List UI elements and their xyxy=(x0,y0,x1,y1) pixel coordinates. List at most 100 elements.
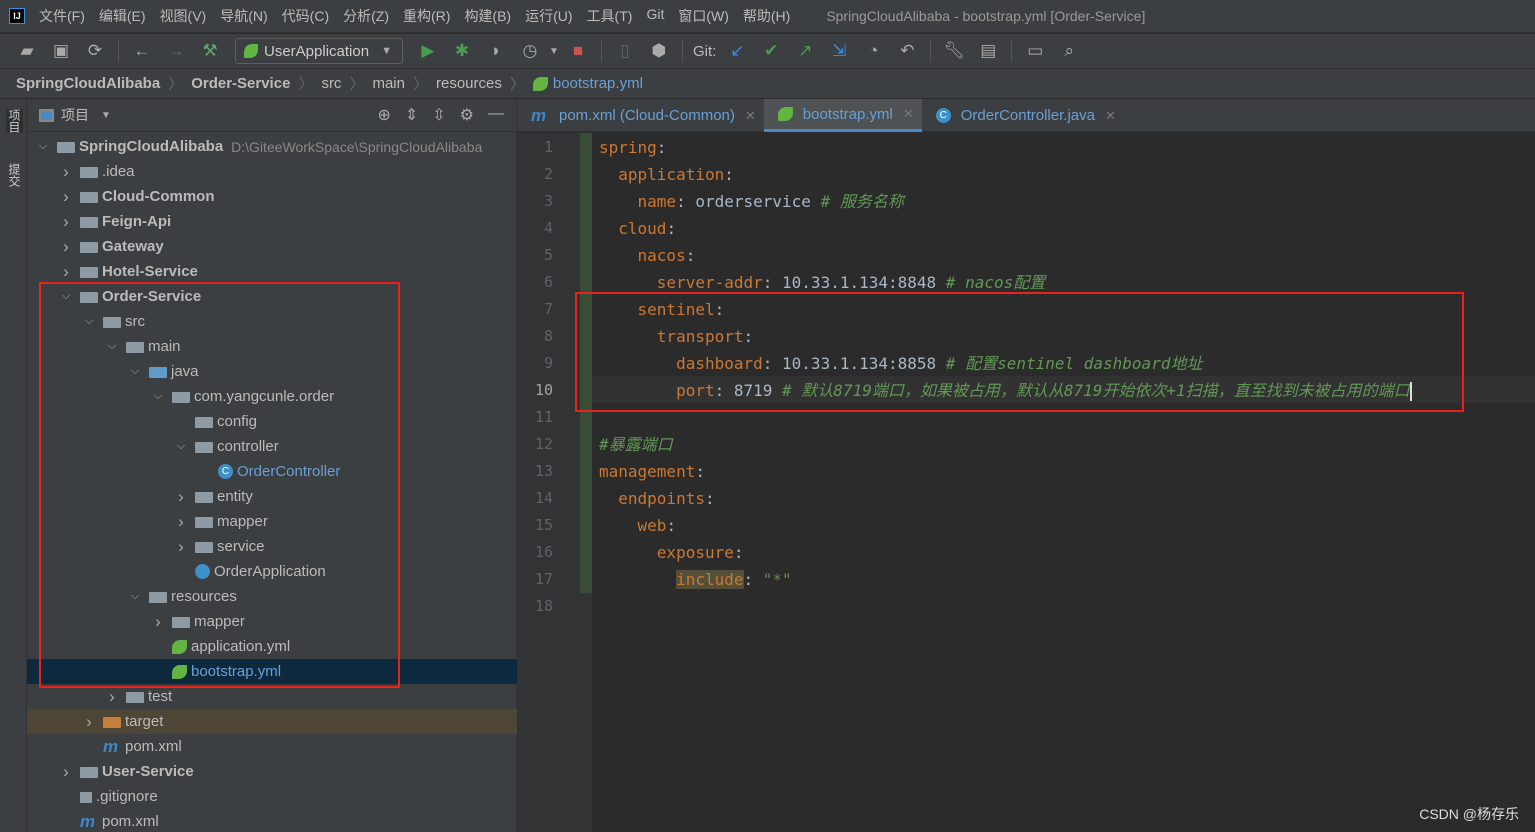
tree-item[interactable]: › Hotel-Service xyxy=(27,259,517,284)
tree-item[interactable]: m pom.xml xyxy=(27,734,517,759)
menu-item[interactable]: 运行(U) xyxy=(525,6,572,26)
menu-item[interactable]: 窗口(W) xyxy=(678,6,729,26)
tree-item[interactable]: › Gateway xyxy=(27,234,517,259)
code-token: server-addr xyxy=(656,273,763,292)
tree-item[interactable]: › .idea xyxy=(27,159,517,184)
menu-item[interactable]: 代码(C) xyxy=(282,6,329,26)
chevron-right-icon[interactable]: › xyxy=(58,212,74,232)
tree-item[interactable]: › User-Service xyxy=(27,759,517,784)
locate-icon[interactable]: ⊕ xyxy=(377,105,390,125)
search-icon[interactable]: ⌕ xyxy=(1052,41,1086,61)
menu-item[interactable]: 帮助(H) xyxy=(743,6,790,26)
menu-item[interactable]: Git xyxy=(646,6,664,26)
tree-item-label: Hotel-Service xyxy=(102,263,198,280)
menu-item[interactable]: 导航(N) xyxy=(220,6,267,26)
save-icon[interactable]: ▣ xyxy=(44,41,78,61)
menu-item[interactable]: 重构(R) xyxy=(403,6,450,26)
run-config-dropdown[interactable]: UserApplication ▼ xyxy=(235,38,403,64)
code-line[interactable]: exposure: xyxy=(599,539,744,566)
spring-icon xyxy=(244,44,258,58)
history-icon[interactable]: ◔ xyxy=(856,41,890,61)
chevron-down-icon[interactable]: ▼ xyxy=(101,110,111,121)
update-project-icon[interactable]: ⬢ xyxy=(642,41,676,61)
git-update-icon[interactable]: ↙ xyxy=(720,41,754,61)
build-hammer-icon[interactable]: ⚒ xyxy=(193,41,227,61)
code-line[interactable]: endpoints: xyxy=(599,485,714,512)
code-line[interactable]: #暴露端口 xyxy=(599,431,673,458)
breadcrumb-item[interactable]: main xyxy=(372,75,405,92)
terminal-window-icon[interactable]: ▭ xyxy=(1018,41,1052,61)
code-token: endpoints xyxy=(618,489,705,508)
chevron-down-icon[interactable]: ▼ xyxy=(547,46,561,57)
run-icon[interactable]: ▶ xyxy=(411,41,445,61)
git-commit-icon[interactable]: ✔ xyxy=(754,41,788,61)
tree-item-label: .gitignore xyxy=(96,788,158,805)
menu-item[interactable]: 分析(Z) xyxy=(343,6,389,26)
git-merge-icon[interactable]: ⇲ xyxy=(822,41,856,61)
breadcrumb-item[interactable]: Order-Service xyxy=(191,75,290,92)
project-tool-tab[interactable]: 项目 xyxy=(6,109,23,133)
rollback-icon[interactable]: ↶ xyxy=(890,41,924,61)
expand-all-icon[interactable]: ⇕ xyxy=(405,105,418,125)
chevron-right-icon[interactable]: › xyxy=(58,162,74,182)
tab-ordercontroller-java[interactable]: C OrderController.java ✕ xyxy=(922,99,1124,132)
tree-item[interactable]: › target xyxy=(27,709,517,734)
profile-icon[interactable]: ◷ xyxy=(513,41,547,61)
chevron-right-icon[interactable]: › xyxy=(58,762,74,782)
close-icon[interactable]: ✕ xyxy=(903,106,914,122)
breadcrumb-item[interactable]: bootstrap.yml xyxy=(553,75,643,92)
chevron-right-icon[interactable]: › xyxy=(104,687,120,707)
code-line[interactable]: name: orderservice # 服务名称 xyxy=(599,188,904,215)
tab-pom-xml-cloud-common-[interactable]: m pom.xml (Cloud-Common) ✕ xyxy=(517,99,764,132)
close-icon[interactable]: ✕ xyxy=(1105,108,1116,124)
back-icon[interactable]: ← xyxy=(125,41,159,61)
breadcrumb-item[interactable]: resources xyxy=(436,75,502,92)
menu-item[interactable]: 文件(F) xyxy=(39,6,85,26)
breadcrumb-separator-icon: 〉 xyxy=(412,76,428,93)
chevron-right-icon[interactable]: › xyxy=(58,237,74,257)
menu-item[interactable]: 工具(T) xyxy=(587,6,633,26)
stop-icon[interactable]: ■ xyxy=(561,41,595,61)
code-token: : xyxy=(666,219,677,238)
tree-item[interactable]: › Feign-Api xyxy=(27,209,517,234)
chevron-down-icon[interactable]: ⌵ xyxy=(35,140,51,153)
menu-item[interactable]: 构建(B) xyxy=(464,6,511,26)
chevron-right-icon[interactable]: › xyxy=(81,712,97,732)
chevron-right-icon[interactable]: › xyxy=(58,262,74,282)
project-panel-title[interactable]: 项目 xyxy=(61,105,89,125)
tree-item[interactable]: › Cloud-Common xyxy=(27,184,517,209)
code-line[interactable]: nacos: xyxy=(599,242,696,269)
close-icon[interactable]: ✕ xyxy=(745,108,756,124)
tree-item[interactable]: m pom.xml xyxy=(27,809,517,832)
menu-item[interactable]: 视图(V) xyxy=(160,6,207,26)
coverage-icon[interactable]: ◗ xyxy=(479,41,513,61)
code-line[interactable]: spring: xyxy=(599,134,666,161)
chevron-right-icon[interactable]: › xyxy=(58,187,74,207)
tree-item[interactable]: .gitignore xyxy=(27,784,517,809)
hide-icon[interactable]: — xyxy=(488,105,504,125)
tree-item-label: Cloud-Common xyxy=(102,188,215,205)
open-folder-icon[interactable]: ▰ xyxy=(10,41,44,61)
code-line[interactable]: include: "*" xyxy=(599,566,792,593)
project-structure-icon[interactable]: ▤ xyxy=(971,41,1005,61)
git-push-icon[interactable]: ↗ xyxy=(788,41,822,61)
code-line[interactable]: web: xyxy=(599,512,677,539)
tab-bootstrap-yml[interactable]: bootstrap.yml ✕ xyxy=(763,99,922,132)
settings-wrench-icon[interactable]: 🔧︎ xyxy=(937,41,971,61)
collapse-all-icon[interactable]: ⇳ xyxy=(432,105,445,125)
sync-icon[interactable]: ⟳ xyxy=(78,41,112,61)
tree-item[interactable]: ⌵ SpringCloudAlibaba D:\GiteeWorkSpace\Spr… xyxy=(27,134,517,159)
breadcrumb-item[interactable]: src xyxy=(321,75,341,92)
forward-icon[interactable]: → xyxy=(159,41,193,61)
breadcrumb-item[interactable]: SpringCloudAlibaba xyxy=(16,75,160,92)
menu-item[interactable]: 编辑(E) xyxy=(99,6,146,26)
code-line[interactable]: cloud: xyxy=(599,215,676,242)
code-line[interactable]: management: xyxy=(599,458,705,485)
debug-icon[interactable]: ✱ xyxy=(445,41,479,61)
commit-tool-tab[interactable]: 提交 xyxy=(6,163,23,187)
gear-icon[interactable]: ⚙ xyxy=(460,105,474,125)
code-line[interactable]: application: xyxy=(599,161,734,188)
device-icon[interactable]: ▯ xyxy=(608,41,642,61)
code-editor[interactable]: 1 2 3 4 5 6 7 8 9 10 11 12 13 14 15 16 17 18 spring: appl… xyxy=(517,133,1535,832)
